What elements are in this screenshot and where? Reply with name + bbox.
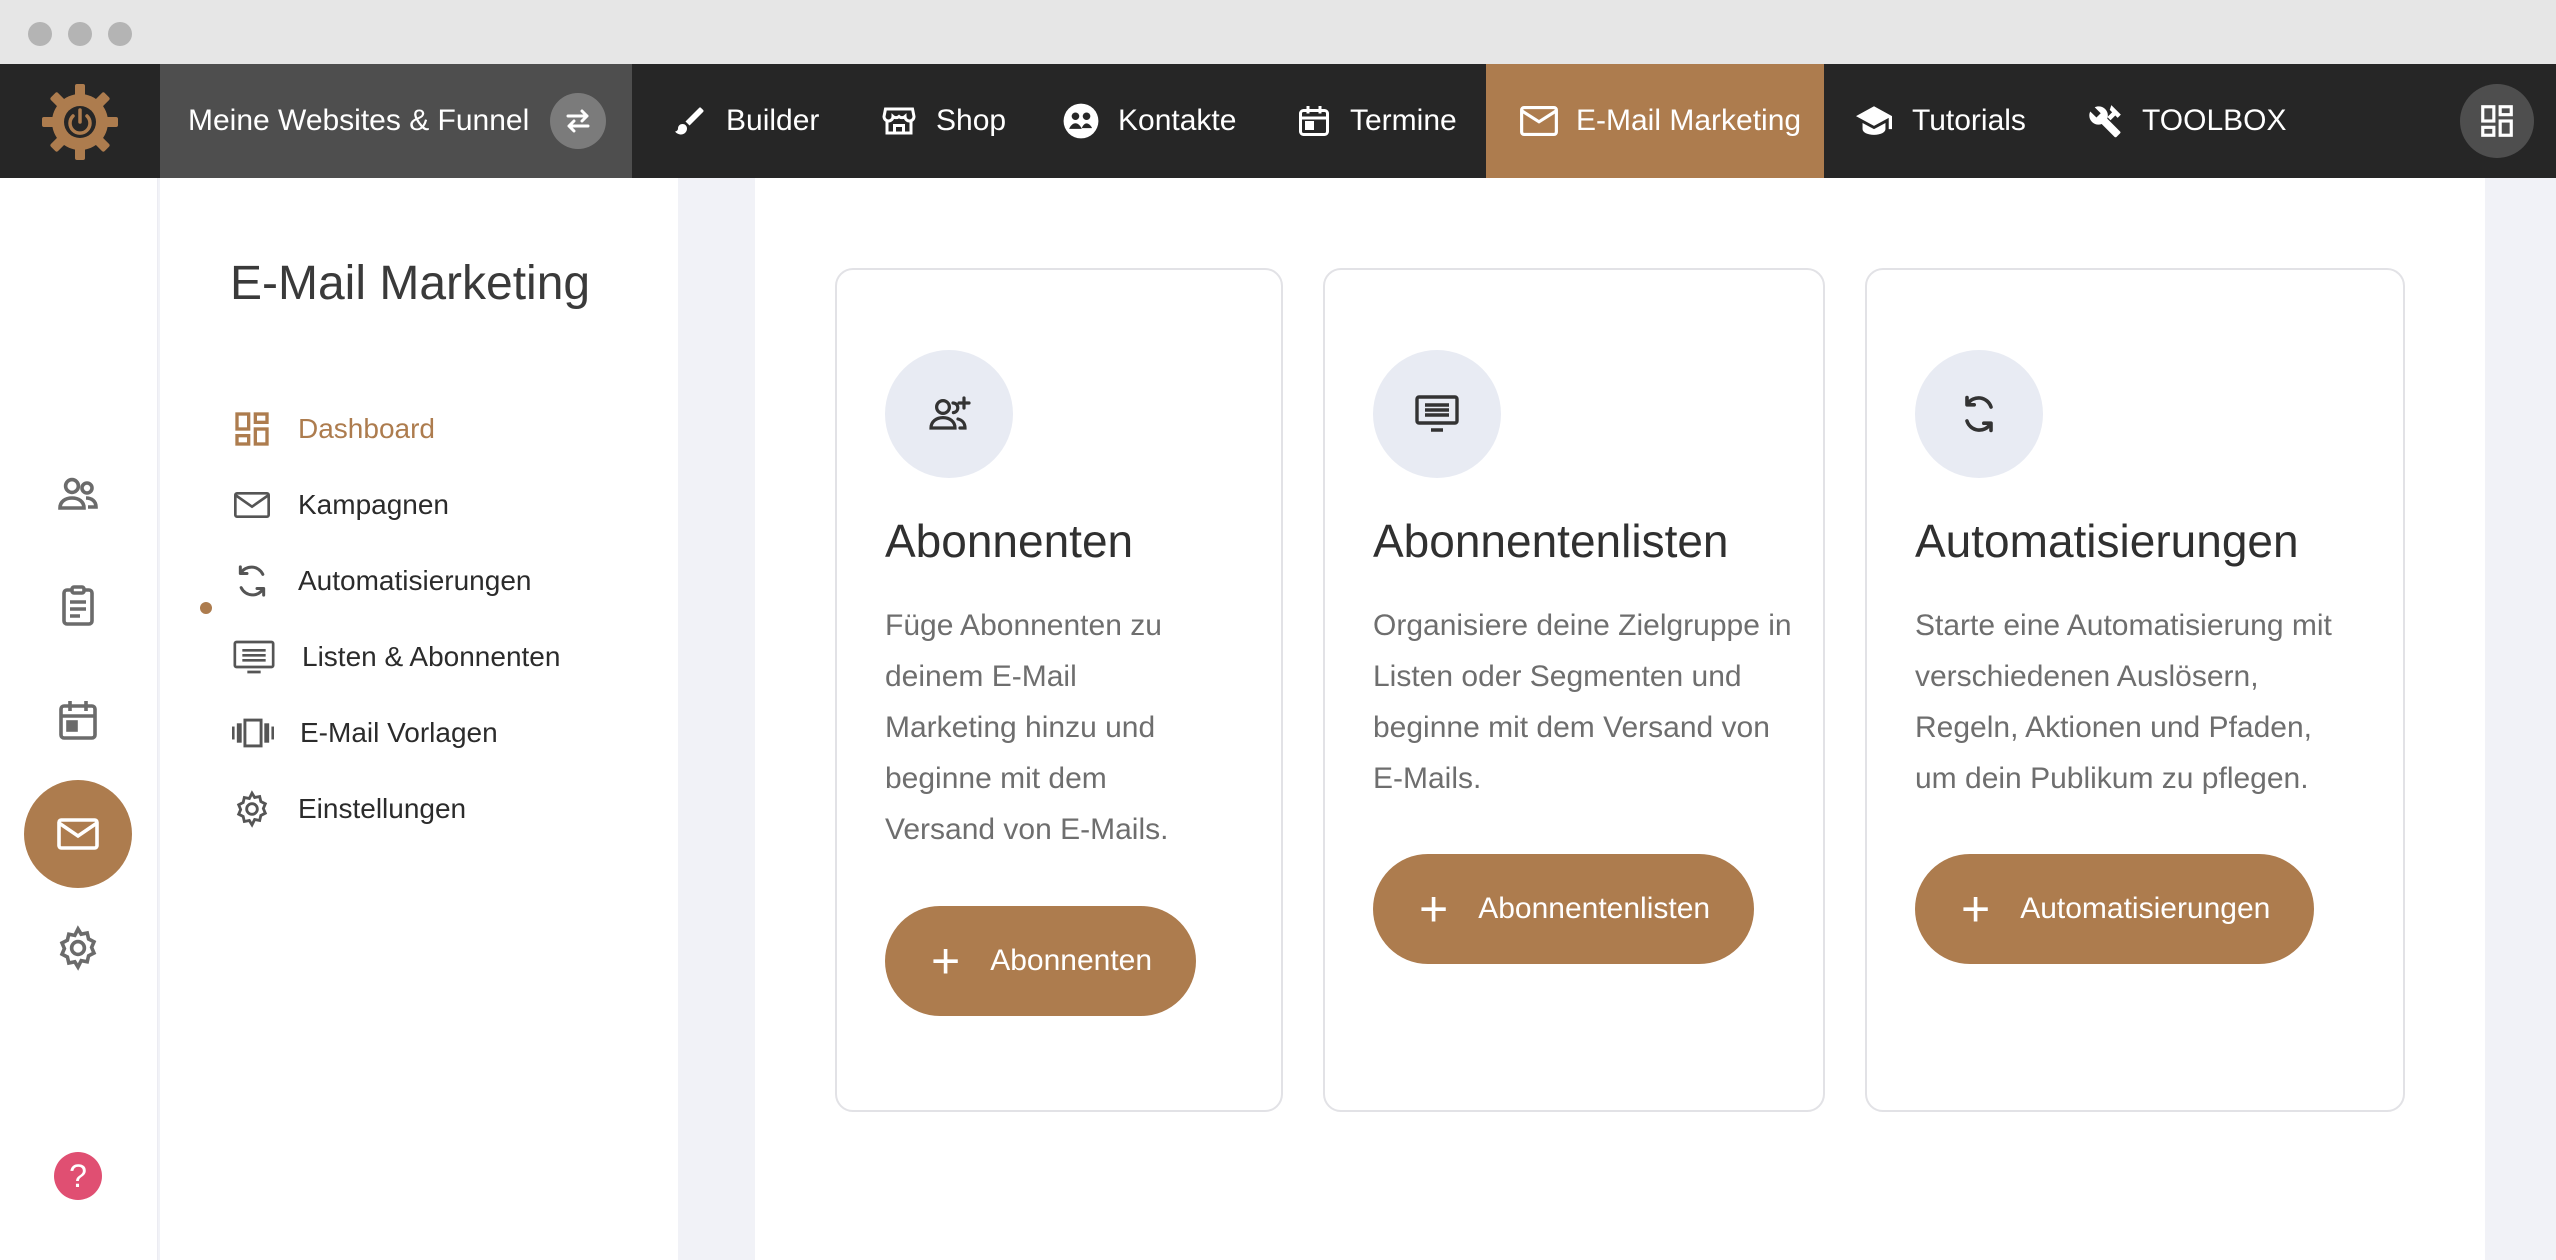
people-icon[interactable] <box>54 470 102 518</box>
window-maximize-button[interactable] <box>108 22 132 46</box>
submenu-title: E-Mail Marketing <box>230 257 591 310</box>
nav-builder[interactable]: Builder <box>672 64 819 178</box>
card-description: Füge Abonnenten zu deinem E-Mail Marketi… <box>885 609 1169 846</box>
card-description: Organisiere deine Zielgruppe in Listen o… <box>1373 609 1792 795</box>
nav-email-marketing[interactable]: E-Mail Marketing <box>1486 64 1824 178</box>
active-indicator <box>200 602 212 614</box>
store-icon <box>882 107 916 135</box>
button-label: Abonnentenlisten <box>1478 892 1711 925</box>
nav-tutorials-label: Tutorials <box>1912 104 2026 137</box>
gear-icon[interactable] <box>54 924 102 972</box>
submenu-item-label: Listen & Abonnenten <box>302 641 561 672</box>
card-icon-circle <box>885 350 1013 478</box>
nav-kontakte[interactable]: Kontakte <box>1062 64 1236 178</box>
submenu-item-dashboard[interactable]: Dashboard <box>232 404 435 454</box>
gear-icon <box>236 790 268 828</box>
tools-icon <box>2089 105 2121 138</box>
carousel-icon <box>232 718 274 748</box>
person-add-icon <box>929 396 971 430</box>
submenu-item-label: Kampagnen <box>298 489 450 520</box>
card-title: Automatisierungen <box>1915 515 2299 567</box>
card-description: Starte eine Automatisierung mit verschie… <box>1915 609 2332 795</box>
list-icon <box>233 640 275 674</box>
window-close-button[interactable] <box>28 22 52 46</box>
dashboard-grid-icon[interactable] <box>2460 84 2534 158</box>
submenu-item-automatisierungen[interactable]: Automatisierungen <box>232 556 531 606</box>
plus-icon: + <box>1961 881 1991 937</box>
submenu-item-einstellungen[interactable]: Einstellungen <box>232 784 466 834</box>
submenu-item-kampagnen[interactable]: Kampagnen <box>232 480 449 530</box>
top-navigation: Meine Websites & Funnel Builder Shop Kon… <box>0 64 2556 178</box>
site-switcher[interactable]: Meine Websites & Funnel <box>160 64 632 178</box>
card-title: Abonnentenlisten <box>1373 515 1729 567</box>
brush-icon <box>675 107 704 135</box>
card-title: Abonnenten <box>885 515 1134 567</box>
card-abonnenten: Abonnenten Füge Abonnenten zu deinem E-M… <box>835 268 1283 1112</box>
button-label: Abonnenten <box>990 944 1153 977</box>
plus-icon: + <box>1419 881 1449 937</box>
nav-builder-label: Builder <box>726 104 820 137</box>
mail-icon <box>1520 106 1558 136</box>
submenu-item-label: Automatisierungen <box>298 565 532 596</box>
nav-kontakte-label: Kontakte <box>1118 104 1237 137</box>
nav-termine[interactable]: Termine <box>1296 64 1457 178</box>
nav-tutorials[interactable]: Tutorials <box>1854 64 2026 178</box>
button-label: Automatisierungen <box>2020 892 2271 925</box>
list-icon <box>1415 395 1459 432</box>
sync-icon <box>1965 395 1993 433</box>
nav-shop[interactable]: Shop <box>880 64 1006 178</box>
card-icon-circle <box>1915 350 2043 478</box>
calendar-icon <box>1299 106 1329 136</box>
gear-power-logo-icon[interactable] <box>40 82 120 162</box>
sync-icon <box>238 565 266 597</box>
submenu-item-listen-abonnenten[interactable]: Listen & Abonnenten <box>232 632 560 682</box>
add-automatisierungen-button[interactable]: + Automatisierungen <box>1915 854 2315 964</box>
nav-email-marketing-label: E-Mail Marketing <box>1576 104 1802 137</box>
rail-email-marketing[interactable] <box>24 780 132 888</box>
nav-shop-label: Shop <box>936 104 1007 137</box>
mail-icon <box>234 492 270 518</box>
submenu-item-email-vorlagen[interactable]: E-Mail Vorlagen <box>232 708 498 758</box>
main-content: Abonnenten Füge Abonnenten zu deinem E-M… <box>755 178 2485 1260</box>
submenu-item-label: Dashboard <box>298 413 435 444</box>
submenu-item-label: E-Mail Vorlagen <box>300 717 498 748</box>
mail-icon <box>57 818 99 850</box>
graduation-cap-icon <box>1856 106 1892 135</box>
add-abonnenten-button[interactable]: + Abonnenten <box>885 906 1197 1016</box>
clipboard-icon[interactable] <box>54 582 102 630</box>
help-button[interactable]: ? <box>54 1152 102 1200</box>
window-titlebar <box>0 0 2556 64</box>
contacts-icon <box>1063 103 1099 139</box>
dashboard-icon <box>235 412 269 446</box>
icon-rail: ? <box>0 178 158 1260</box>
card-automatisierungen: Automatisierungen Starte eine Automatisi… <box>1865 268 2405 1112</box>
add-abonnentenlisten-button[interactable]: + Abonnentenlisten <box>1373 854 1755 964</box>
plus-icon: + <box>931 933 961 989</box>
email-marketing-submenu: E-Mail Marketing Dashboard Kampagnen Aut… <box>160 178 678 1260</box>
swap-arrows-icon[interactable] <box>550 93 606 149</box>
nav-termine-label: Termine <box>1350 104 1457 137</box>
window-minimize-button[interactable] <box>68 22 92 46</box>
submenu-item-label: Einstellungen <box>298 793 467 824</box>
calendar-icon[interactable] <box>54 696 102 744</box>
site-switcher-label: Meine Websites & Funnel <box>188 104 530 137</box>
nav-toolbox-label: TOOLBOX <box>2142 104 2287 137</box>
nav-toolbox[interactable]: TOOLBOX <box>2086 64 2287 178</box>
card-icon-circle <box>1373 350 1501 478</box>
card-abonnentenlisten: Abonnentenlisten Organisiere deine Zielg… <box>1323 268 1825 1112</box>
